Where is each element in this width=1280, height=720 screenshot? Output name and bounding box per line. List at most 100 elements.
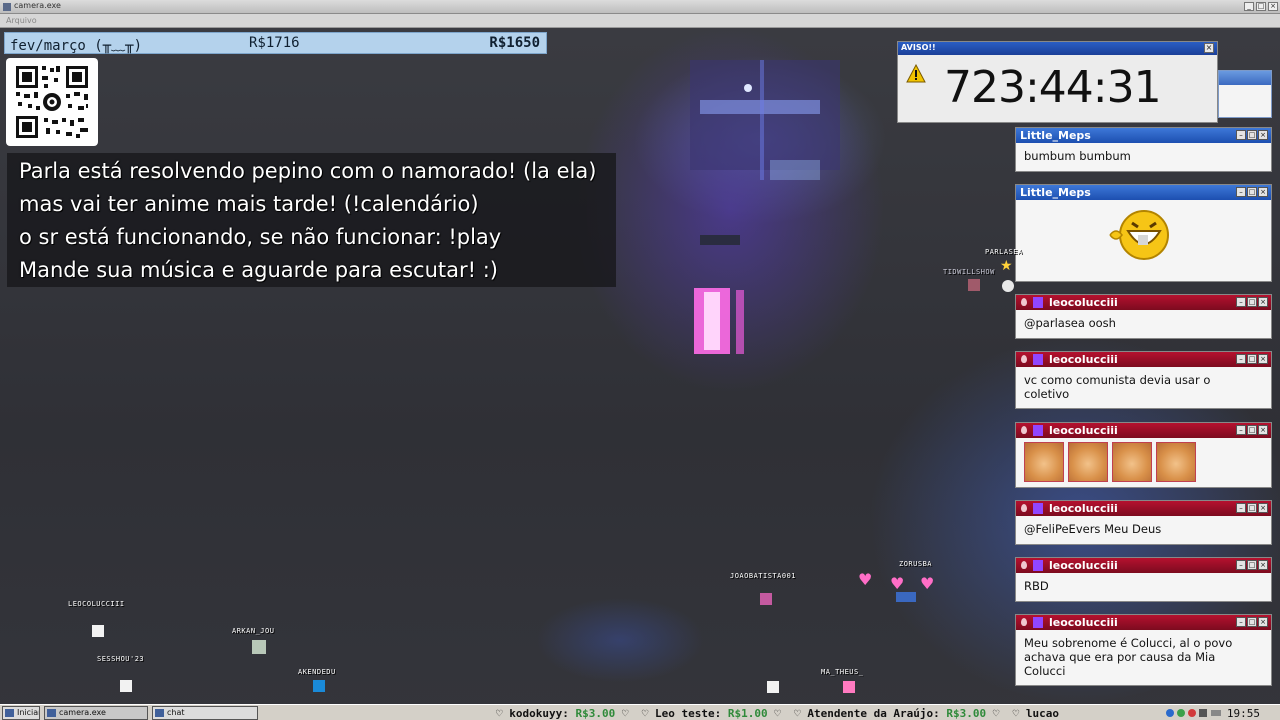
taskbar-app-camera[interactable]: camera.exe bbox=[44, 706, 148, 720]
subathon-timer: 723:44:31 bbox=[944, 62, 1162, 113]
camera-icon bbox=[47, 709, 56, 717]
avatar-sprite bbox=[120, 680, 132, 692]
window-title-bar: camera.exe _ □ × bbox=[0, 0, 1280, 14]
minimize-button[interactable]: – bbox=[1236, 187, 1246, 197]
chat-message: leocolucciii – □ × @parlasea oosh bbox=[1015, 294, 1272, 339]
window-controls: – □ × bbox=[1235, 354, 1268, 365]
minimize-button[interactable]: _ bbox=[1244, 2, 1254, 11]
chat-message-header: leocolucciii – □ × bbox=[1016, 558, 1271, 573]
warning-header: AVISO!! × bbox=[898, 42, 1217, 55]
start-button[interactable]: Iniciar bbox=[2, 706, 40, 720]
avatar-sprite bbox=[252, 640, 266, 654]
close-button[interactable]: × bbox=[1258, 354, 1268, 364]
close-button[interactable]: × bbox=[1258, 560, 1268, 570]
chat-username: leocolucciii bbox=[1049, 616, 1118, 629]
avatar-sprite bbox=[968, 279, 980, 291]
close-button[interactable]: × bbox=[1258, 503, 1268, 513]
avatar-sprite bbox=[843, 681, 855, 693]
announcement-line: Mande sua música e aguarde para escutar!… bbox=[19, 258, 499, 282]
twitch-icon bbox=[1033, 297, 1043, 308]
maximize-button[interactable]: □ bbox=[1247, 617, 1257, 627]
maximize-button[interactable]: □ bbox=[1247, 354, 1257, 364]
background-window bbox=[1218, 70, 1272, 118]
chat-message: leocolucciii – □ × Meu sobrenome é Colucci… bbox=[1015, 614, 1272, 686]
chat-text: vc como comunista devia usar o coletivo bbox=[1024, 373, 1211, 401]
chat-username: leocolucciii bbox=[1049, 296, 1118, 309]
maximize-button[interactable]: □ bbox=[1247, 425, 1257, 435]
avatar-sprite bbox=[92, 625, 104, 637]
minimize-button[interactable]: – bbox=[1236, 354, 1246, 364]
system-tray bbox=[1166, 709, 1221, 717]
warning-close-button[interactable]: × bbox=[1204, 43, 1214, 53]
donation-amount: R$3.00 bbox=[946, 707, 987, 720]
drop-icon bbox=[1021, 355, 1027, 363]
avatar-sprite bbox=[313, 680, 325, 692]
background-window-header bbox=[1219, 71, 1271, 85]
window-controls: – □ × bbox=[1235, 503, 1268, 514]
warning-title: AVISO!! bbox=[901, 43, 936, 52]
avatar-sprite bbox=[767, 681, 779, 693]
chat-message: leocolucciii – □ × RBD bbox=[1015, 557, 1272, 602]
windows-icon bbox=[5, 709, 14, 717]
chat-text: @parlasea oosh bbox=[1024, 316, 1116, 330]
maximize-button[interactable]: □ bbox=[1247, 297, 1257, 307]
avatar-sprite bbox=[1002, 280, 1014, 292]
drop-icon bbox=[1021, 298, 1027, 306]
doge-emote bbox=[1112, 442, 1152, 482]
warning-window: AVISO!! × 723:44:31 bbox=[897, 41, 1218, 123]
announcement-panel: Parla está resolvendo pepino com o namor… bbox=[7, 153, 616, 287]
chat-text: bumbum bumbum bbox=[1024, 149, 1131, 163]
doge-emote bbox=[1068, 442, 1108, 482]
close-button[interactable]: × bbox=[1258, 425, 1268, 435]
window-controls: – □ × bbox=[1235, 425, 1268, 436]
close-button[interactable]: × bbox=[1258, 130, 1268, 140]
maximize-button[interactable]: □ bbox=[1247, 503, 1257, 513]
close-button[interactable]: × bbox=[1258, 297, 1268, 307]
window-title: camera.exe bbox=[14, 1, 61, 10]
minimize-button[interactable]: – bbox=[1236, 297, 1246, 307]
price-current: R$1716 bbox=[249, 35, 300, 51]
chat-username: leocolucciii bbox=[1049, 559, 1118, 572]
close-button[interactable]: × bbox=[1258, 187, 1268, 197]
close-button[interactable]: × bbox=[1268, 2, 1278, 11]
price-bar-label: fev/março (╥﹏╥) bbox=[10, 38, 143, 54]
maximize-button[interactable]: □ bbox=[1256, 2, 1266, 11]
maximize-button[interactable]: □ bbox=[1247, 130, 1257, 140]
chat-message-header: leocolucciii – □ × bbox=[1016, 423, 1271, 438]
minimize-button[interactable]: – bbox=[1236, 425, 1246, 435]
twitch-icon bbox=[1033, 617, 1043, 628]
minimize-button[interactable]: – bbox=[1236, 560, 1246, 570]
window-controls: – □ × bbox=[1235, 130, 1268, 141]
menu-file[interactable]: Arquivo bbox=[6, 16, 37, 25]
chat-message: Little_Meps – □ × bumbum bumbum bbox=[1015, 127, 1272, 172]
avatar-name: MA_THEUS_ bbox=[821, 668, 864, 676]
chat-username: Little_Meps bbox=[1020, 129, 1091, 142]
menu-bar: Arquivo bbox=[0, 14, 1280, 28]
heart-icon: ♥ bbox=[920, 574, 935, 593]
avatar-name: TIDWILLSHOW bbox=[943, 268, 995, 276]
system-clock: 19:55 bbox=[1226, 707, 1260, 720]
chat-message-header: leocolucciii – □ × bbox=[1016, 352, 1271, 367]
heart-icon: ♥ bbox=[858, 570, 873, 589]
chat-text: RBD bbox=[1024, 579, 1049, 593]
avatar-name: ARKAN_JOU bbox=[232, 627, 275, 635]
doge-emote bbox=[1024, 442, 1064, 482]
avatar-name: AKENDEDU bbox=[298, 668, 336, 676]
maximize-button[interactable]: □ bbox=[1247, 560, 1257, 570]
minimize-button[interactable]: – bbox=[1236, 617, 1246, 627]
maximize-button[interactable]: □ bbox=[1247, 187, 1257, 197]
chat-username: Little_Meps bbox=[1020, 186, 1091, 199]
twitch-icon bbox=[1033, 503, 1043, 514]
taskbar-app-chat[interactable]: chat bbox=[152, 706, 258, 720]
close-button[interactable]: × bbox=[1258, 617, 1268, 627]
chat-icon bbox=[155, 709, 164, 717]
donation-amount: R$1.00 bbox=[727, 707, 768, 720]
chat-message-header: Little_Meps – □ × bbox=[1016, 128, 1271, 143]
minimize-button[interactable]: – bbox=[1236, 130, 1246, 140]
avatar-sprite bbox=[760, 593, 772, 605]
window-controls: – □ × bbox=[1235, 560, 1268, 571]
drop-icon bbox=[1021, 426, 1027, 434]
price-bar: fev/março (╥﹏╥) R$1716 R$1650 bbox=[4, 32, 547, 54]
minimize-button[interactable]: – bbox=[1236, 503, 1246, 513]
chat-text: Meu sobrenome é Colucci, al o povo achav… bbox=[1024, 636, 1233, 678]
